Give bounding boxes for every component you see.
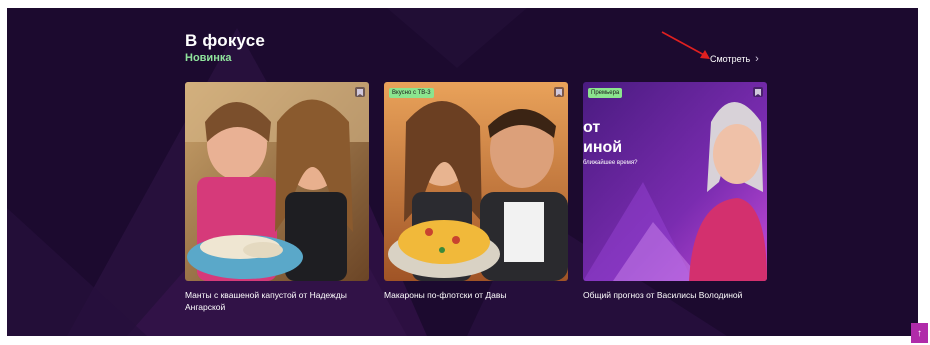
video-card[interactable]: Манты с квашеной капустой от Надежды Анг… (185, 82, 369, 313)
section-title: В фокусе (185, 31, 266, 50)
bookmark-icon[interactable] (753, 87, 763, 97)
focus-section: В фокусе Новинка Смотреть › Манты с кваш… (7, 8, 918, 336)
thumbnail-text-line3: ближайшее время? (583, 160, 638, 166)
thumbnail-text-line2: иной (583, 139, 623, 156)
video-title[interactable]: Общий прогноз от Василисы Володиной (583, 289, 767, 301)
video-title[interactable]: Макароны по-флотски от Давы (384, 289, 568, 301)
thumbnail-text-line1: от (583, 119, 601, 136)
annotation-arrow-icon (661, 31, 710, 59)
video-card[interactable]: от иной ближайшее время? Премьера Общий … (583, 82, 767, 301)
thumbnail-image (583, 82, 767, 281)
bookmark-icon[interactable] (355, 87, 365, 97)
video-thumbnail[interactable]: Вкусно с ТВ-3 (384, 82, 568, 281)
video-title[interactable]: Манты с квашеной капустой от Надежды Анг… (185, 289, 369, 313)
watch-link-label: Смотреть (710, 54, 751, 64)
watch-link[interactable]: Смотреть › (710, 52, 759, 65)
video-card[interactable]: Вкусно с ТВ-3 Макароны по-флотски от Дав… (384, 82, 568, 301)
chevron-right-icon: › (755, 52, 759, 65)
bookmark-icon[interactable] (554, 87, 564, 97)
thumbnail-text: от иной ближайшее время? (583, 118, 637, 168)
thumbnail-image (384, 82, 568, 281)
arrow-up-icon: ↑ (917, 327, 922, 339)
scroll-to-top-button[interactable]: ↑ (911, 323, 928, 343)
badge: Премьера (588, 88, 623, 98)
thumbnail-image (185, 82, 369, 281)
video-thumbnail[interactable] (185, 82, 369, 281)
badge: Вкусно с ТВ-3 (389, 88, 434, 98)
section-subtitle: Новинка (185, 52, 232, 64)
video-thumbnail[interactable]: от иной ближайшее время? Премьера (583, 82, 767, 281)
